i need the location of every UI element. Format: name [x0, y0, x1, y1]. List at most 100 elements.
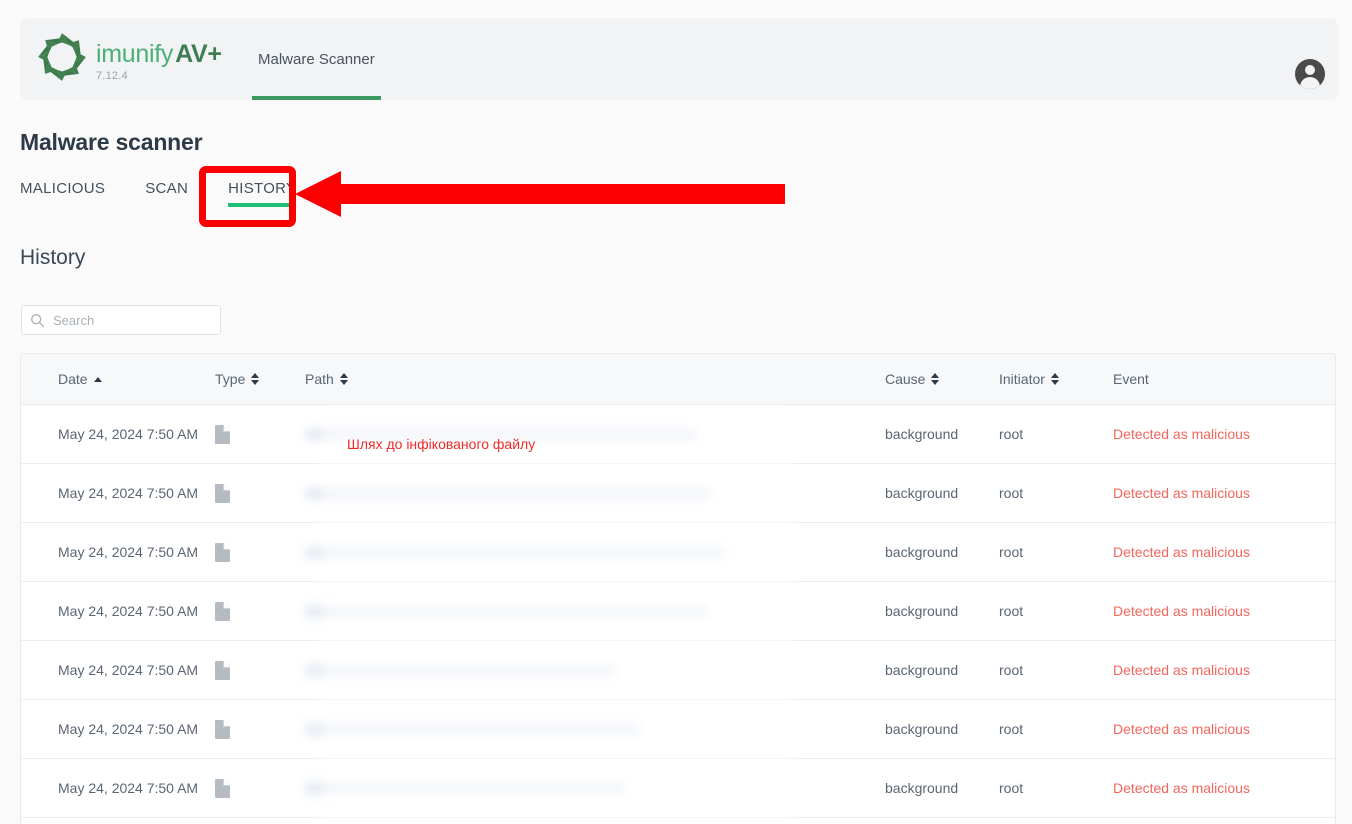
sort-toggle-icon[interactable] [339, 373, 348, 385]
sort-toggle-icon[interactable] [251, 373, 260, 385]
avatar-body-shape [1300, 77, 1320, 89]
table-row[interactable]: May 24, 2024 7:50 AM background root Detect… [21, 582, 1335, 641]
redacted-path-bar [305, 487, 711, 499]
table-row[interactable]: May 24, 2024 7:50 AMbackgroundrootDetect… [21, 700, 1335, 759]
cell-initiator: root [999, 721, 1024, 737]
cell-path [305, 723, 885, 735]
column-header-label: Path [305, 371, 334, 387]
column-header-initiator[interactable]: Initiator [999, 371, 1113, 387]
app-version: 7.12.4 [96, 70, 128, 82]
nav-tab-label: Malware Scanner [258, 50, 375, 68]
cell-initiator: root [999, 485, 1024, 501]
file-icon [215, 483, 230, 503]
redacted-path-bar [305, 664, 615, 676]
brand-logo[interactable]: imunifyAV+ 7.12.4 [36, 31, 222, 83]
section-title: History [20, 246, 86, 269]
subtab-label: HISTORY [228, 180, 297, 197]
sort-toggle-icon[interactable] [1050, 373, 1059, 385]
annotation-callout-text: Шлях до інфікованого файлу [347, 436, 536, 452]
column-header-label: Type [215, 371, 246, 387]
cell-type [215, 719, 305, 739]
table-row[interactable]: May 24, 2024 7:50 AM background root Detect… [21, 641, 1335, 700]
redacted-path-bar [305, 546, 725, 558]
column-header-label: Event [1113, 371, 1149, 387]
file-icon [215, 424, 230, 444]
column-header-label: Date [58, 371, 88, 387]
cell-date: May 24, 2024 7:50 AM [58, 544, 199, 560]
column-header-label: Initiator [999, 371, 1045, 387]
column-header-date[interactable]: Date [21, 371, 215, 387]
cell-date: May 24, 2024 7:50 AM [58, 485, 199, 501]
cell-initiator: root [999, 780, 1024, 796]
sort-ascending-icon[interactable] [93, 376, 102, 382]
cell-event: Detected as malicious [1113, 721, 1250, 737]
subtab-scan[interactable]: SCAN [145, 180, 188, 207]
search-input[interactable] [53, 312, 212, 328]
table-row[interactable]: May 24, 2024 7:50 AM background root Detect… [21, 464, 1335, 523]
subtab-history[interactable]: HISTORY [228, 180, 297, 207]
cell-type [215, 660, 305, 680]
cell-date: May 24, 2024 7:50 AM [58, 603, 199, 619]
table-row[interactable]: May 24, 2024 7:50 AM background root Detect… [21, 523, 1335, 582]
cell-cause: background [885, 544, 959, 560]
file-icon [215, 660, 230, 680]
cell-event: Detected as malicious [1113, 544, 1250, 560]
column-header-type[interactable]: Type [215, 371, 305, 387]
redacted-path-bar [305, 782, 625, 794]
annotation-arrow-icon [295, 171, 785, 217]
cell-event: Detected as malicious [1113, 780, 1250, 796]
cell-event: Detected as malicious [1113, 662, 1250, 678]
cell-event: Detected as malicious [1113, 485, 1250, 501]
brand-name-secondary: AV+ [175, 40, 222, 68]
cell-cause: background [885, 662, 959, 678]
nav-tab-malware-scanner[interactable]: Malware Scanner [252, 18, 381, 100]
cell-initiator: root [999, 662, 1024, 678]
cell-cause: background [885, 603, 959, 619]
file-icon [215, 778, 230, 798]
redacted-path-bar [305, 605, 707, 617]
subtab-label: SCAN [145, 180, 189, 197]
table-row[interactable]: May 24, 2024 7:50 AMbackgroundrootDetect… [21, 818, 1335, 824]
cell-cause: background [885, 721, 959, 737]
cell-cause: background [885, 485, 959, 501]
cell-path [305, 605, 885, 617]
brand-wordmark: imunifyAV+ 7.12.4 [96, 31, 222, 82]
file-icon [215, 601, 230, 621]
cell-type [215, 778, 305, 798]
sort-toggle-icon[interactable] [931, 373, 940, 385]
avatar-head-shape [1305, 65, 1315, 75]
cell-type [215, 542, 305, 562]
avatar[interactable] [1295, 59, 1325, 89]
brand-name-primary: imunify [96, 40, 174, 68]
cell-initiator: root [999, 603, 1024, 619]
search-icon [31, 313, 45, 327]
cell-path [305, 782, 885, 794]
table-header-row: Date Type Path Cause Initiator Event [21, 354, 1335, 405]
cell-path [305, 487, 885, 499]
cell-type [215, 424, 305, 444]
cell-type [215, 601, 305, 621]
cell-event: Detected as malicious [1113, 426, 1250, 442]
column-header-cause[interactable]: Cause [885, 371, 999, 387]
imunify-pinwheel-logo-icon [38, 33, 86, 81]
search-box[interactable] [21, 305, 221, 335]
cell-initiator: root [999, 544, 1024, 560]
table-body: May 24, 2024 7:50 AM background root Detect… [21, 405, 1335, 824]
page-title: Malware scanner [20, 129, 203, 155]
subtab-bar: MALICIOUS SCAN HISTORY [20, 180, 297, 207]
table-row[interactable]: May 24, 2024 7:50 AMbackgroundrootDetect… [21, 405, 1335, 464]
table-row[interactable]: May 24, 2024 7:50 AMbackgroundrootDetect… [21, 759, 1335, 818]
cell-type [215, 483, 305, 503]
column-header-path[interactable]: Path [305, 371, 885, 387]
subtab-malicious[interactable]: MALICIOUS [20, 180, 105, 207]
cell-cause: background [885, 780, 959, 796]
subtab-label: MALICIOUS [20, 180, 106, 197]
cell-event: Detected as malicious [1113, 603, 1250, 619]
cell-date: May 24, 2024 7:50 AM [58, 662, 199, 678]
column-header-event: Event [1113, 371, 1335, 387]
cell-cause: background [885, 426, 959, 442]
file-icon [215, 542, 230, 562]
cell-date: May 24, 2024 7:50 AM [58, 426, 199, 442]
file-icon [215, 719, 230, 739]
cell-path [305, 664, 885, 676]
